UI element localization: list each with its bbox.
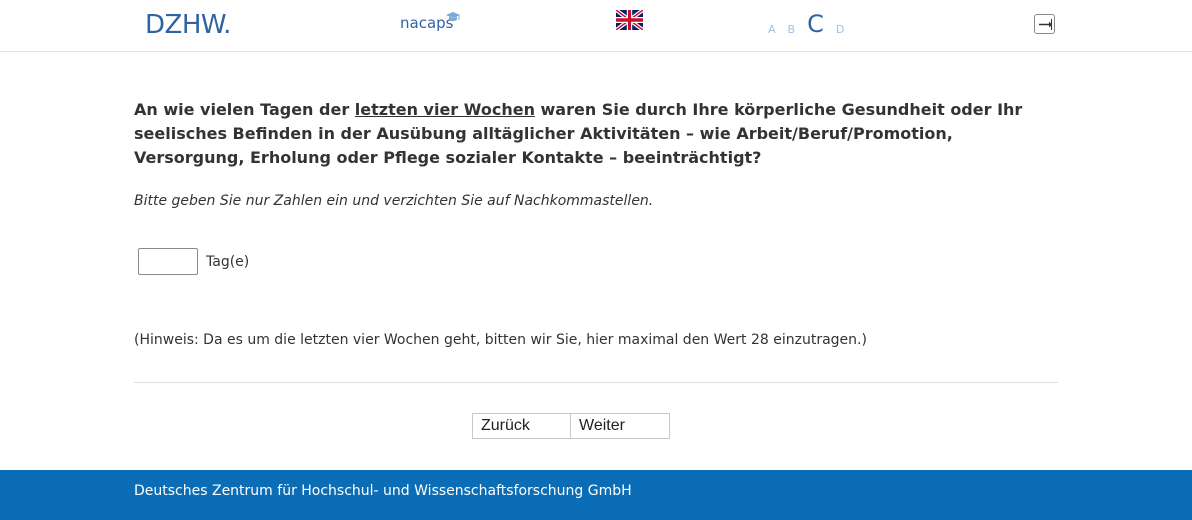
nacaps-logo: nacaps	[400, 12, 460, 32]
footer-bar: Deutsches Zentrum für Hochschul- und Wis…	[0, 470, 1192, 520]
unit-label: Tag(e)	[206, 253, 250, 270]
header-bar: DZHW. nacaps A B C D	[0, 0, 1192, 52]
font-size-b[interactable]: B	[788, 24, 796, 36]
back-button[interactable]: Zurück	[472, 413, 571, 439]
logout-arrow-icon	[1039, 19, 1052, 30]
graduation-cap-icon	[446, 12, 460, 21]
question-emphasis: letzten vier Wochen	[354, 100, 535, 119]
font-size-a[interactable]: A	[768, 24, 776, 36]
dzhw-logo: DZHW.	[145, 10, 231, 40]
question-container: An wie vielen Tagen der letzten vier Woc…	[134, 98, 1058, 383]
footer-text: Deutsches Zentrum für Hochschul- und Wis…	[134, 483, 632, 499]
days-input[interactable]	[138, 248, 198, 275]
logout-button[interactable]	[1034, 14, 1055, 34]
question-text-start: An wie vielen Tagen der	[134, 100, 355, 119]
divider	[134, 382, 1058, 383]
uk-flag-icon[interactable]	[616, 10, 643, 30]
font-size-d[interactable]: D	[836, 24, 844, 36]
navigation-buttons: Zurück Weiter	[472, 413, 670, 439]
question-text: An wie vielen Tagen der letzten vier Woc…	[134, 98, 1058, 170]
instruction-text: Bitte geben Sie nur Zahlen ein und verzi…	[134, 193, 654, 209]
hint-text: (Hinweis: Da es um die letzten vier Woch…	[134, 332, 867, 348]
font-size-selector: A B C D	[768, 10, 856, 36]
next-button[interactable]: Weiter	[571, 413, 670, 439]
answer-row: Tag(e)	[138, 248, 249, 275]
font-size-c[interactable]: C	[807, 12, 824, 36]
